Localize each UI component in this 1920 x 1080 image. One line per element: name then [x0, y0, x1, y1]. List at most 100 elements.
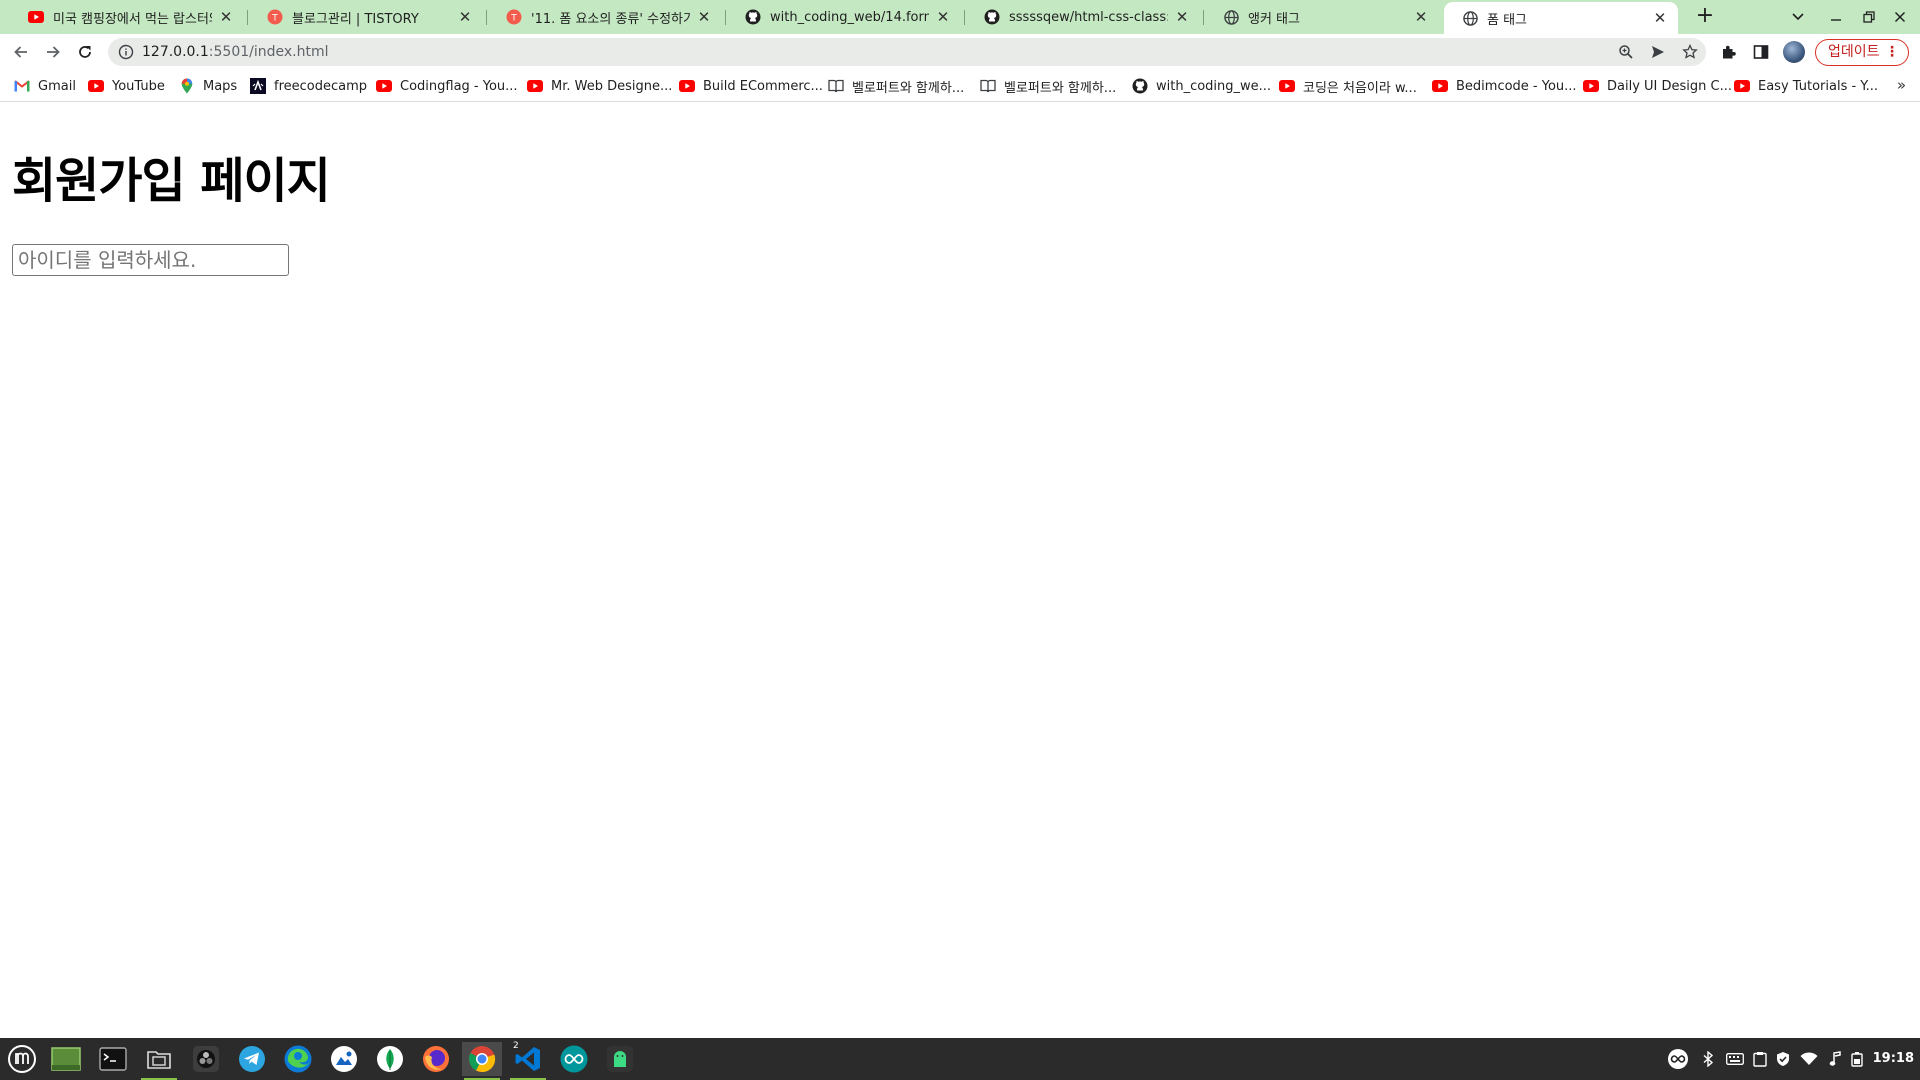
- pix-viewer-icon[interactable]: [324, 1042, 364, 1076]
- bookmark-label: with_coding_we...: [1156, 78, 1272, 94]
- bookmark-codingflag[interactable]: Codingflag - You...: [376, 70, 518, 102]
- bookmark-bedimcode[interactable]: Bedimcode - You...: [1432, 70, 1577, 102]
- files-icon[interactable]: [139, 1042, 179, 1080]
- clock[interactable]: 19:18: [1873, 1038, 1914, 1080]
- tab-github-form[interactable]: with_coding_web/14.form.html ✕: [727, 0, 961, 34]
- bookmark-easy-tutorials[interactable]: Easy Tutorials - Y...: [1734, 70, 1878, 102]
- close-icon[interactable]: ✕: [1652, 10, 1668, 26]
- page-viewport: 회원가입 페이지: [0, 103, 1920, 1038]
- tab-youtube-lobster[interactable]: 미국 캠핑장에서 먹는 랍스터와 조개 ✕: [10, 0, 244, 34]
- youtube-icon: [28, 9, 44, 25]
- send-icon[interactable]: [1650, 44, 1666, 60]
- bookmark-coding-first-time[interactable]: 코딩은 처음이라 w...: [1279, 70, 1417, 102]
- tab-tistory-blog[interactable]: T 블로그관리 | TISTORY ✕: [249, 0, 483, 34]
- tab-separator: [486, 10, 487, 25]
- tab-anchor-tag[interactable]: 앵커 태그 ✕: [1205, 0, 1439, 34]
- telegram-icon[interactable]: [232, 1042, 272, 1076]
- tab-title: sssssqew/html-css-class: html: [1009, 9, 1168, 25]
- cloud-sync-icon[interactable]: [1666, 1049, 1690, 1069]
- bookmark-star-icon[interactable]: [1682, 43, 1698, 60]
- profile-avatar[interactable]: [1783, 41, 1805, 63]
- reload-icon[interactable]: [72, 39, 98, 65]
- tab-tistory-edit[interactable]: T '11. 폼 요소의 종류' 수정하기 ✕: [488, 0, 722, 34]
- bookmark-label: Gmail: [38, 78, 76, 94]
- close-icon[interactable]: ✕: [457, 9, 473, 25]
- tab-separator: [1203, 10, 1204, 25]
- bookmark-gmail[interactable]: Gmail: [14, 70, 76, 102]
- close-icon[interactable]: ✕: [1413, 9, 1429, 25]
- tab-form-tag-active[interactable]: 폼 태그 ✕: [1444, 2, 1678, 34]
- side-panel-icon[interactable]: [1752, 43, 1770, 61]
- bookmark-label: Easy Tutorials - Y...: [1758, 78, 1879, 94]
- mongodb-compass-icon[interactable]: [370, 1042, 410, 1076]
- bookmarks-overflow-icon[interactable]: »: [1897, 76, 1906, 94]
- close-icon[interactable]: ✕: [218, 9, 234, 25]
- youtube-icon: [1583, 78, 1599, 94]
- globe-icon: [1223, 9, 1239, 25]
- minimize-icon[interactable]: [1824, 5, 1848, 29]
- firefox-icon[interactable]: [416, 1042, 456, 1076]
- update-button[interactable]: 업데이트 ⋮: [1815, 39, 1909, 66]
- window-close-icon[interactable]: [1888, 5, 1912, 29]
- taskbar: 2 19:18: [0, 1038, 1920, 1080]
- edge-browser-icon[interactable]: [278, 1042, 318, 1076]
- tab-separator: [964, 10, 965, 25]
- youtube-icon: [527, 78, 543, 94]
- bookmark-freecodecamp[interactable]: freecodecamp: [250, 70, 367, 102]
- new-tab-button[interactable]: +: [1692, 4, 1718, 30]
- vscode-icon[interactable]: [508, 1042, 548, 1080]
- desktop-screen: 미국 캠핑장에서 먹는 랍스터와 조개 ✕ T 블로그관리 | TISTORY …: [0, 0, 1920, 1080]
- youtube-icon: [1279, 78, 1295, 94]
- tab-title: '11. 폼 요소의 종류' 수정하기: [531, 11, 690, 27]
- github-icon: [745, 9, 761, 25]
- bookmark-daily-ui[interactable]: Daily UI Design C...: [1583, 70, 1732, 102]
- bookmark-velopert-1[interactable]: 벨로퍼트와 함께하...: [828, 70, 964, 102]
- battery-icon[interactable]: [1848, 1049, 1868, 1069]
- userid-input[interactable]: [12, 244, 289, 276]
- bookmark-velopert-2[interactable]: 벨로퍼트와 함께하...: [980, 70, 1116, 102]
- bookmark-label: 벨로퍼트와 함께하...: [1004, 80, 1117, 96]
- show-desktop-icon[interactable]: [46, 1042, 86, 1076]
- chrome-icon[interactable]: [462, 1042, 502, 1080]
- tab-github-class[interactable]: sssssqew/html-css-class: html ✕: [966, 0, 1200, 34]
- extensions-puzzle-icon[interactable]: [1720, 43, 1738, 61]
- url-path: :5501/index.html: [208, 44, 329, 60]
- github-icon: [1132, 78, 1148, 94]
- bookmark-maps[interactable]: Maps: [179, 70, 237, 102]
- bookmark-build-ecommerce[interactable]: Build ECommerc...: [679, 70, 823, 102]
- obs-studio-icon[interactable]: [186, 1042, 226, 1076]
- bookmark-label: Maps: [203, 78, 238, 94]
- close-icon[interactable]: ✕: [1174, 9, 1190, 25]
- youtube-icon: [88, 78, 104, 94]
- site-info-icon[interactable]: [118, 44, 134, 60]
- sound-music-icon[interactable]: [1825, 1049, 1845, 1069]
- update-shield-icon[interactable]: [1773, 1049, 1793, 1069]
- bookmark-label: Daily UI Design C...: [1607, 78, 1732, 94]
- bookmark-youtube[interactable]: YouTube: [88, 70, 165, 102]
- bookmark-mr-web-designer[interactable]: Mr. Web Designe...: [527, 70, 672, 102]
- back-arrow-icon[interactable]: [8, 39, 34, 65]
- tab-search-chevron-icon[interactable]: [1786, 5, 1810, 29]
- terminal-icon[interactable]: [93, 1042, 133, 1076]
- arduino-icon[interactable]: [554, 1042, 594, 1076]
- bluetooth-icon[interactable]: [1698, 1049, 1718, 1069]
- bookmark-label: YouTube: [112, 78, 165, 94]
- tab-title: with_coding_web/14.form.html: [770, 9, 929, 25]
- tab-separator: [725, 10, 726, 25]
- clipboard-icon[interactable]: [1750, 1049, 1770, 1069]
- bookmark-with-coding[interactable]: with_coding_we...: [1132, 70, 1271, 102]
- tistory-icon: T: [506, 9, 522, 25]
- forward-arrow-icon[interactable]: [40, 39, 66, 65]
- tab-title: 폼 태그: [1487, 12, 1528, 28]
- zoom-icon[interactable]: [1618, 44, 1634, 60]
- mint-menu-icon[interactable]: [2, 1042, 42, 1076]
- globe-icon: [1462, 10, 1478, 26]
- close-icon[interactable]: ✕: [935, 9, 951, 25]
- restore-icon[interactable]: [1857, 5, 1881, 29]
- wifi-icon[interactable]: [1799, 1049, 1819, 1069]
- address-bar[interactable]: 127.0.0.1:5501/index.html: [108, 38, 1706, 66]
- close-icon[interactable]: ✕: [696, 9, 712, 25]
- keyboard-icon[interactable]: [1725, 1049, 1745, 1069]
- android-studio-icon[interactable]: [600, 1042, 640, 1076]
- browser-toolbar: 127.0.0.1:5501/index.html 업데이트 ⋮: [0, 34, 1920, 70]
